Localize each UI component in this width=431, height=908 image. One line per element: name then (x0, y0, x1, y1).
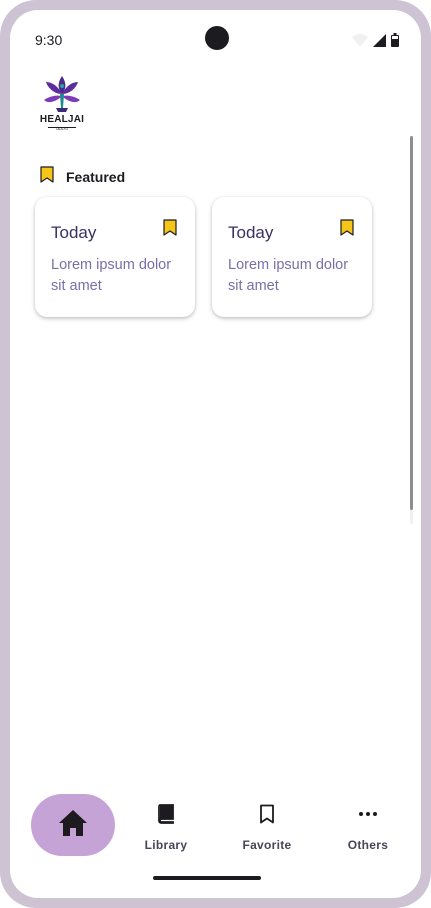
featured-header: Featured (40, 166, 125, 188)
bookmark-filled-icon[interactable] (163, 219, 177, 241)
home-indicator[interactable] (153, 876, 261, 880)
featured-label: Featured (66, 169, 126, 185)
battery-icon (391, 33, 399, 52)
bookmark-filled-icon (40, 166, 54, 188)
nav-others[interactable]: Others (328, 804, 408, 852)
status-time: 9:30 (35, 32, 63, 48)
signal-icon (373, 34, 386, 52)
featured-card[interactable]: Today Lorem ipsum dolor sit amet (212, 197, 372, 317)
nav-favorite-label: Favorite (242, 838, 292, 852)
brand-name: HEALJAI (39, 114, 85, 125)
scrollbar-thumb[interactable] (410, 136, 413, 510)
nav-home[interactable] (31, 794, 115, 856)
more-horiz-icon (358, 804, 378, 828)
card-title: Today (228, 223, 274, 242)
camera-cutout (205, 26, 229, 50)
nav-others-label: Others (347, 838, 389, 852)
status-icons (352, 33, 399, 52)
lotus-logo-icon (44, 76, 80, 112)
card-description: Lorem ipsum dolor sit amet (228, 257, 349, 294)
app-screen: 9:30 HEALJAI HEALTH Featured Today Lorem… (10, 10, 421, 898)
nav-library-label: Library (144, 838, 188, 852)
wifi-icon (352, 34, 368, 52)
card-description: Lorem ipsum dolor sit amet (51, 257, 172, 294)
nav-favorite[interactable]: Favorite (227, 804, 307, 852)
brand-tagline: HEALTH (48, 127, 76, 131)
card-title: Today (51, 223, 97, 242)
home-icon (58, 809, 88, 842)
device-frame: 9:30 HEALJAI HEALTH Featured Today Lorem… (0, 0, 431, 908)
bookmark-filled-icon[interactable] (340, 219, 354, 241)
bottom-navigation: Library Favorite Others (10, 778, 421, 878)
nav-library[interactable]: Library (126, 804, 206, 852)
app-logo: HEALJAI HEALTH (38, 74, 86, 131)
featured-card[interactable]: Today Lorem ipsum dolor sit amet (35, 197, 195, 317)
bookmark-outline-icon (259, 804, 275, 828)
book-icon (158, 804, 174, 828)
scrollbar[interactable] (410, 136, 413, 524)
